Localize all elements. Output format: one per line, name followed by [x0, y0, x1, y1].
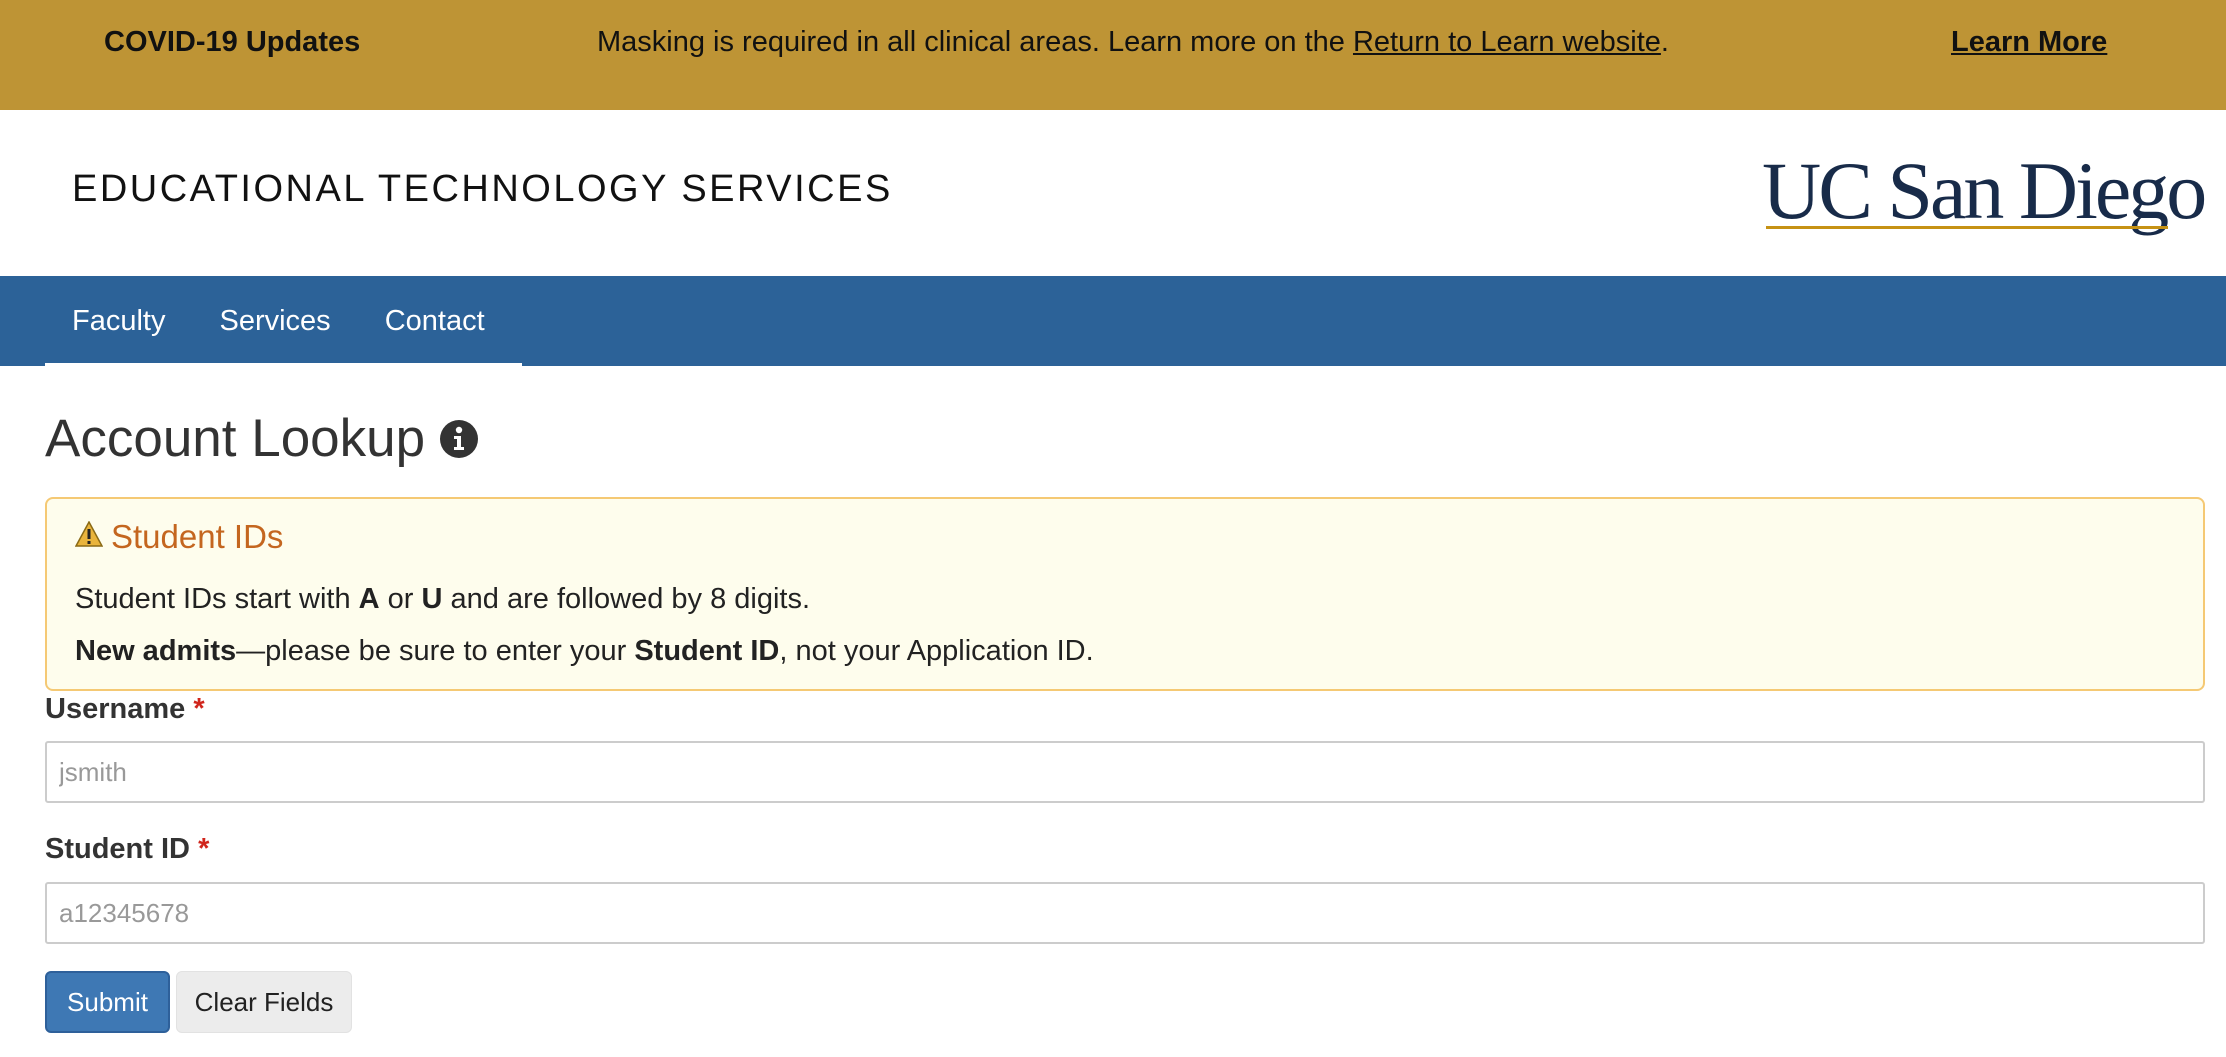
alert-text-line2: New admits—please be sure to enter your … [75, 635, 1094, 668]
alert-line2-student-id: Student ID [634, 635, 780, 667]
alert-header: Student IDs [75, 517, 283, 557]
site-header: EDUCATIONAL TECHNOLOGY SERVICES UC San D… [0, 110, 2226, 276]
logo-text: UC San Diego [1762, 145, 2207, 236]
username-label: Username * [45, 693, 205, 726]
alert-line1-u: U [421, 583, 443, 615]
student-ids-alert: Student IDs Student IDs start with A or … [45, 497, 2205, 691]
username-label-text: Username [45, 693, 186, 725]
required-asterisk: * [193, 693, 205, 725]
student-id-label: Student ID * [45, 833, 209, 866]
student-id-input[interactable] [45, 882, 2205, 944]
alert-line2-new-admits: New admits [75, 635, 237, 667]
covid-banner-message: Masking is required in all clinical area… [597, 26, 1669, 59]
required-asterisk: * [198, 833, 210, 865]
covid-message-end: . [1660, 26, 1669, 58]
page-title-text: Account Lookup [45, 409, 426, 468]
warning-triangle-icon [75, 521, 103, 547]
covid-banner-title: COVID-19 Updates [104, 26, 361, 58]
alert-title: Student IDs [111, 518, 284, 555]
alert-line1-pre: Student IDs start with [75, 583, 359, 615]
covid-message-text: Masking is required in all clinical area… [597, 26, 1353, 58]
site-title[interactable]: EDUCATIONAL TECHNOLOGY SERVICES [72, 168, 893, 211]
alert-line2-post: , not your Application ID. [779, 635, 1094, 667]
student-id-label-text: Student ID [45, 833, 190, 865]
nav-item-faculty[interactable]: Faculty [45, 276, 192, 363]
alert-line2-mid: —please be sure to enter your [236, 635, 635, 667]
nav-item-services[interactable]: Services [192, 276, 357, 363]
return-to-learn-link[interactable]: Return to Learn website [1353, 26, 1661, 58]
alert-line1-or: or [379, 583, 422, 615]
alert-line1-post: and are followed by 8 digits. [442, 583, 811, 615]
logo-underline [1766, 226, 2168, 229]
nav-item-contact[interactable]: Contact [358, 276, 512, 363]
alert-text-line1: Student IDs start with A or U and are fo… [75, 583, 810, 616]
submit-button[interactable]: Submit [45, 971, 170, 1033]
main-navbar: Faculty Services Contact [0, 276, 2226, 366]
info-circle-icon[interactable] [439, 419, 479, 459]
nav-items: Faculty Services Contact [45, 276, 522, 366]
covid-banner: COVID-19 Updates Masking is required in … [0, 0, 2226, 110]
alert-line1-a: A [358, 583, 380, 615]
learn-more-link[interactable]: Learn More [1951, 26, 2107, 59]
uc-san-diego-logo[interactable]: UC San Diego [1762, 145, 2207, 240]
clear-fields-button[interactable]: Clear Fields [176, 971, 352, 1033]
page-title: Account Lookup [45, 408, 479, 469]
username-input[interactable] [45, 741, 2205, 803]
